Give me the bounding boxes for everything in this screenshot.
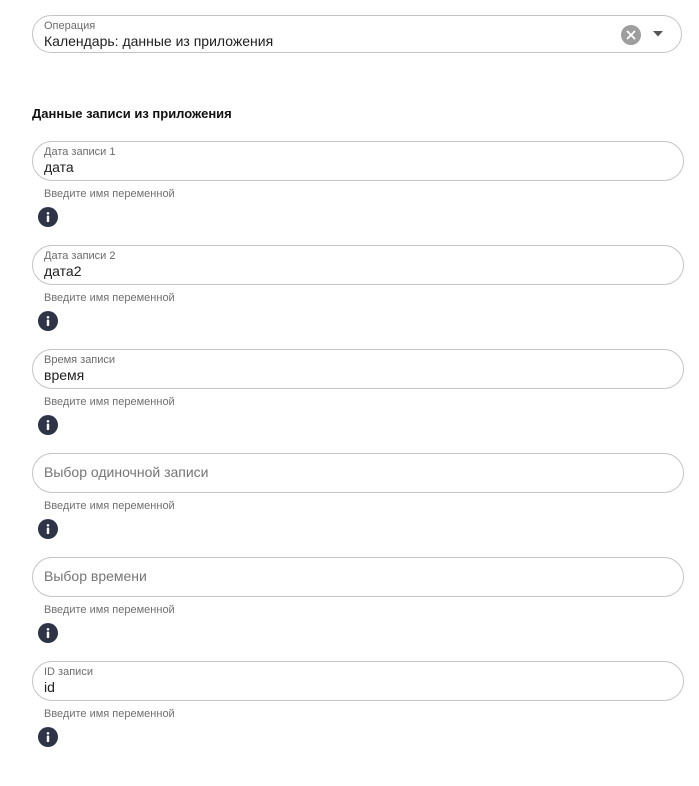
info-icon[interactable] [38, 311, 58, 331]
operation-select[interactable]: Операция Календарь: данные из приложения [32, 15, 682, 53]
record-id-field[interactable]: ID записи id [32, 661, 684, 701]
info-icon[interactable] [38, 519, 58, 539]
single-record-select-field[interactable]: Выбор одиночной записи [32, 453, 684, 493]
info-icon[interactable] [38, 727, 58, 747]
record-date-1-field[interactable]: Дата записи 1 дата [32, 141, 684, 181]
helper-text: Введите имя переменной [44, 708, 175, 720]
operation-value: Календарь: данные из приложения [44, 33, 274, 49]
section-title: Данные записи из приложения [32, 106, 232, 121]
time-select-field[interactable]: Выбор времени [32, 557, 684, 597]
info-icon[interactable] [38, 623, 58, 643]
helper-text: Введите имя переменной [44, 188, 175, 200]
info-icon[interactable] [38, 415, 58, 435]
caret-down-icon[interactable] [650, 26, 666, 42]
record-date-2-field[interactable]: Дата записи 2 дата2 [32, 245, 684, 285]
helper-text: Введите имя переменной [44, 292, 175, 304]
helper-text: Введите имя переменной [44, 396, 175, 408]
helper-text: Введите имя переменной [44, 500, 175, 512]
info-icon[interactable] [38, 207, 58, 227]
close-circle-icon[interactable] [621, 25, 641, 45]
record-time-field[interactable]: Время записи время [32, 349, 684, 389]
helper-text: Введите имя переменной [44, 604, 175, 616]
operation-label: Операция [44, 20, 96, 32]
